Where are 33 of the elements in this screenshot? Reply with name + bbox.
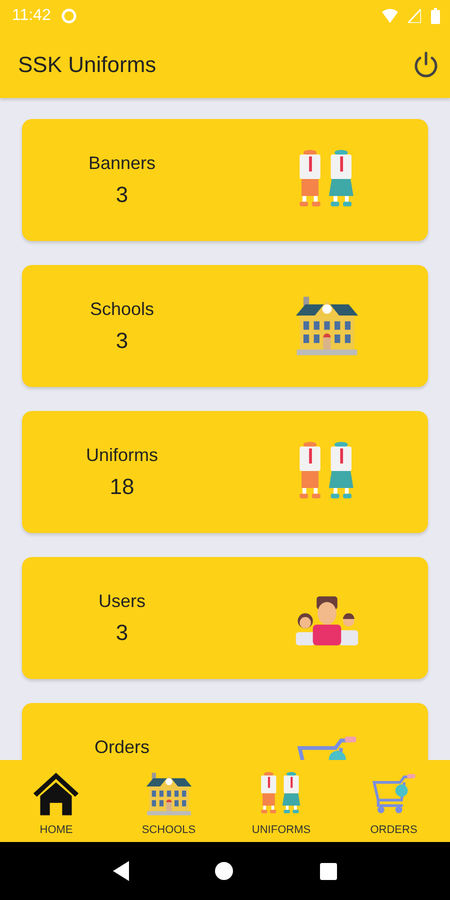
battery-icon [431, 8, 440, 24]
card-label: Orders [94, 737, 150, 758]
school-building-icon [144, 770, 193, 818]
nav-item[interactable]: HOME [0, 760, 112, 842]
card-label: Schools [90, 299, 154, 320]
card-count: 18 [110, 474, 134, 500]
card-label: Banners [88, 153, 156, 174]
nav-label: UNIFORMS [252, 824, 311, 836]
recents-icon[interactable] [320, 862, 337, 880]
nav-label: SCHOOLS [142, 824, 196, 836]
dashboard-card[interactable]: Orders [22, 703, 428, 760]
home-icon [32, 770, 80, 818]
nav-item[interactable]: ORDERS [338, 760, 450, 842]
nav-item[interactable]: SCHOOLS [112, 760, 225, 842]
home-circle-icon[interactable] [215, 862, 234, 880]
dashboard-card[interactable]: Schools 3 [22, 265, 428, 387]
nav-label: HOME [40, 824, 73, 836]
back-icon[interactable] [113, 861, 130, 881]
wifi-icon [382, 9, 398, 23]
power-icon[interactable] [412, 51, 440, 79]
dashboard-card[interactable]: Uniforms 18 [22, 411, 428, 533]
card-count: 3 [116, 620, 128, 646]
card-label: Users [98, 591, 146, 612]
nav-label: ORDERS [370, 824, 418, 836]
status-time: 11:42 [12, 7, 51, 25]
card-count: 3 [116, 328, 128, 354]
dashboard-card[interactable]: Banners 3 [22, 119, 428, 241]
app-title: SSK Uniforms [18, 52, 156, 78]
nav-item[interactable]: UNIFORMS [225, 760, 338, 842]
signal-icon [408, 9, 421, 23]
card-label: Uniforms [86, 445, 158, 466]
dashboard-card[interactable]: Users 3 [22, 557, 428, 679]
card-count: 3 [116, 182, 128, 208]
